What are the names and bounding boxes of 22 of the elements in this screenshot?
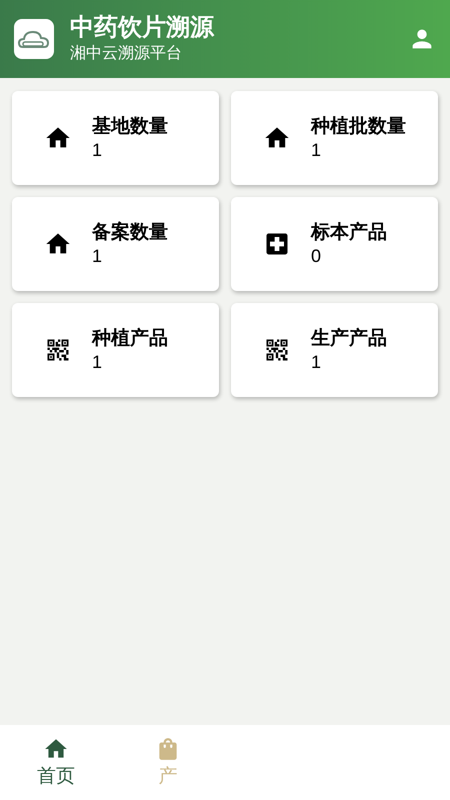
stat-label: 标本产品 xyxy=(311,221,387,245)
nav-tab[interactable]: 首页 xyxy=(0,725,112,800)
cloud-logo-icon xyxy=(14,19,54,59)
app-subtitle: 湘中云溯源平台 xyxy=(70,44,183,64)
stat-card[interactable]: 备案数量 1 xyxy=(12,197,219,291)
stat-label: 基地数量 xyxy=(92,115,168,139)
stat-card[interactable]: 基地数量 1 xyxy=(12,91,219,185)
stat-count: 1 xyxy=(311,139,322,161)
stat-count: 1 xyxy=(92,245,104,267)
stat-label: 种植产品 xyxy=(92,327,168,351)
stat-label: 种植批数量 xyxy=(311,115,406,139)
stat-count: 1 xyxy=(311,351,322,373)
stat-label: 生产产品 xyxy=(311,327,387,351)
stat-count: 0 xyxy=(311,245,322,267)
stat-count: 1 xyxy=(92,351,104,373)
app-title: 中药饮片溯源 xyxy=(70,13,216,43)
stat-card[interactable]: 种植批数量 1 xyxy=(231,91,438,185)
stat-label: 备案数量 xyxy=(92,221,168,245)
stat-card[interactable]: 标本产品 0 xyxy=(231,197,438,291)
stat-card[interactable]: 生产产品 1 xyxy=(231,303,438,397)
stat-count: 1 xyxy=(92,139,104,161)
stat-card[interactable]: 种植产品 1 xyxy=(12,303,219,397)
